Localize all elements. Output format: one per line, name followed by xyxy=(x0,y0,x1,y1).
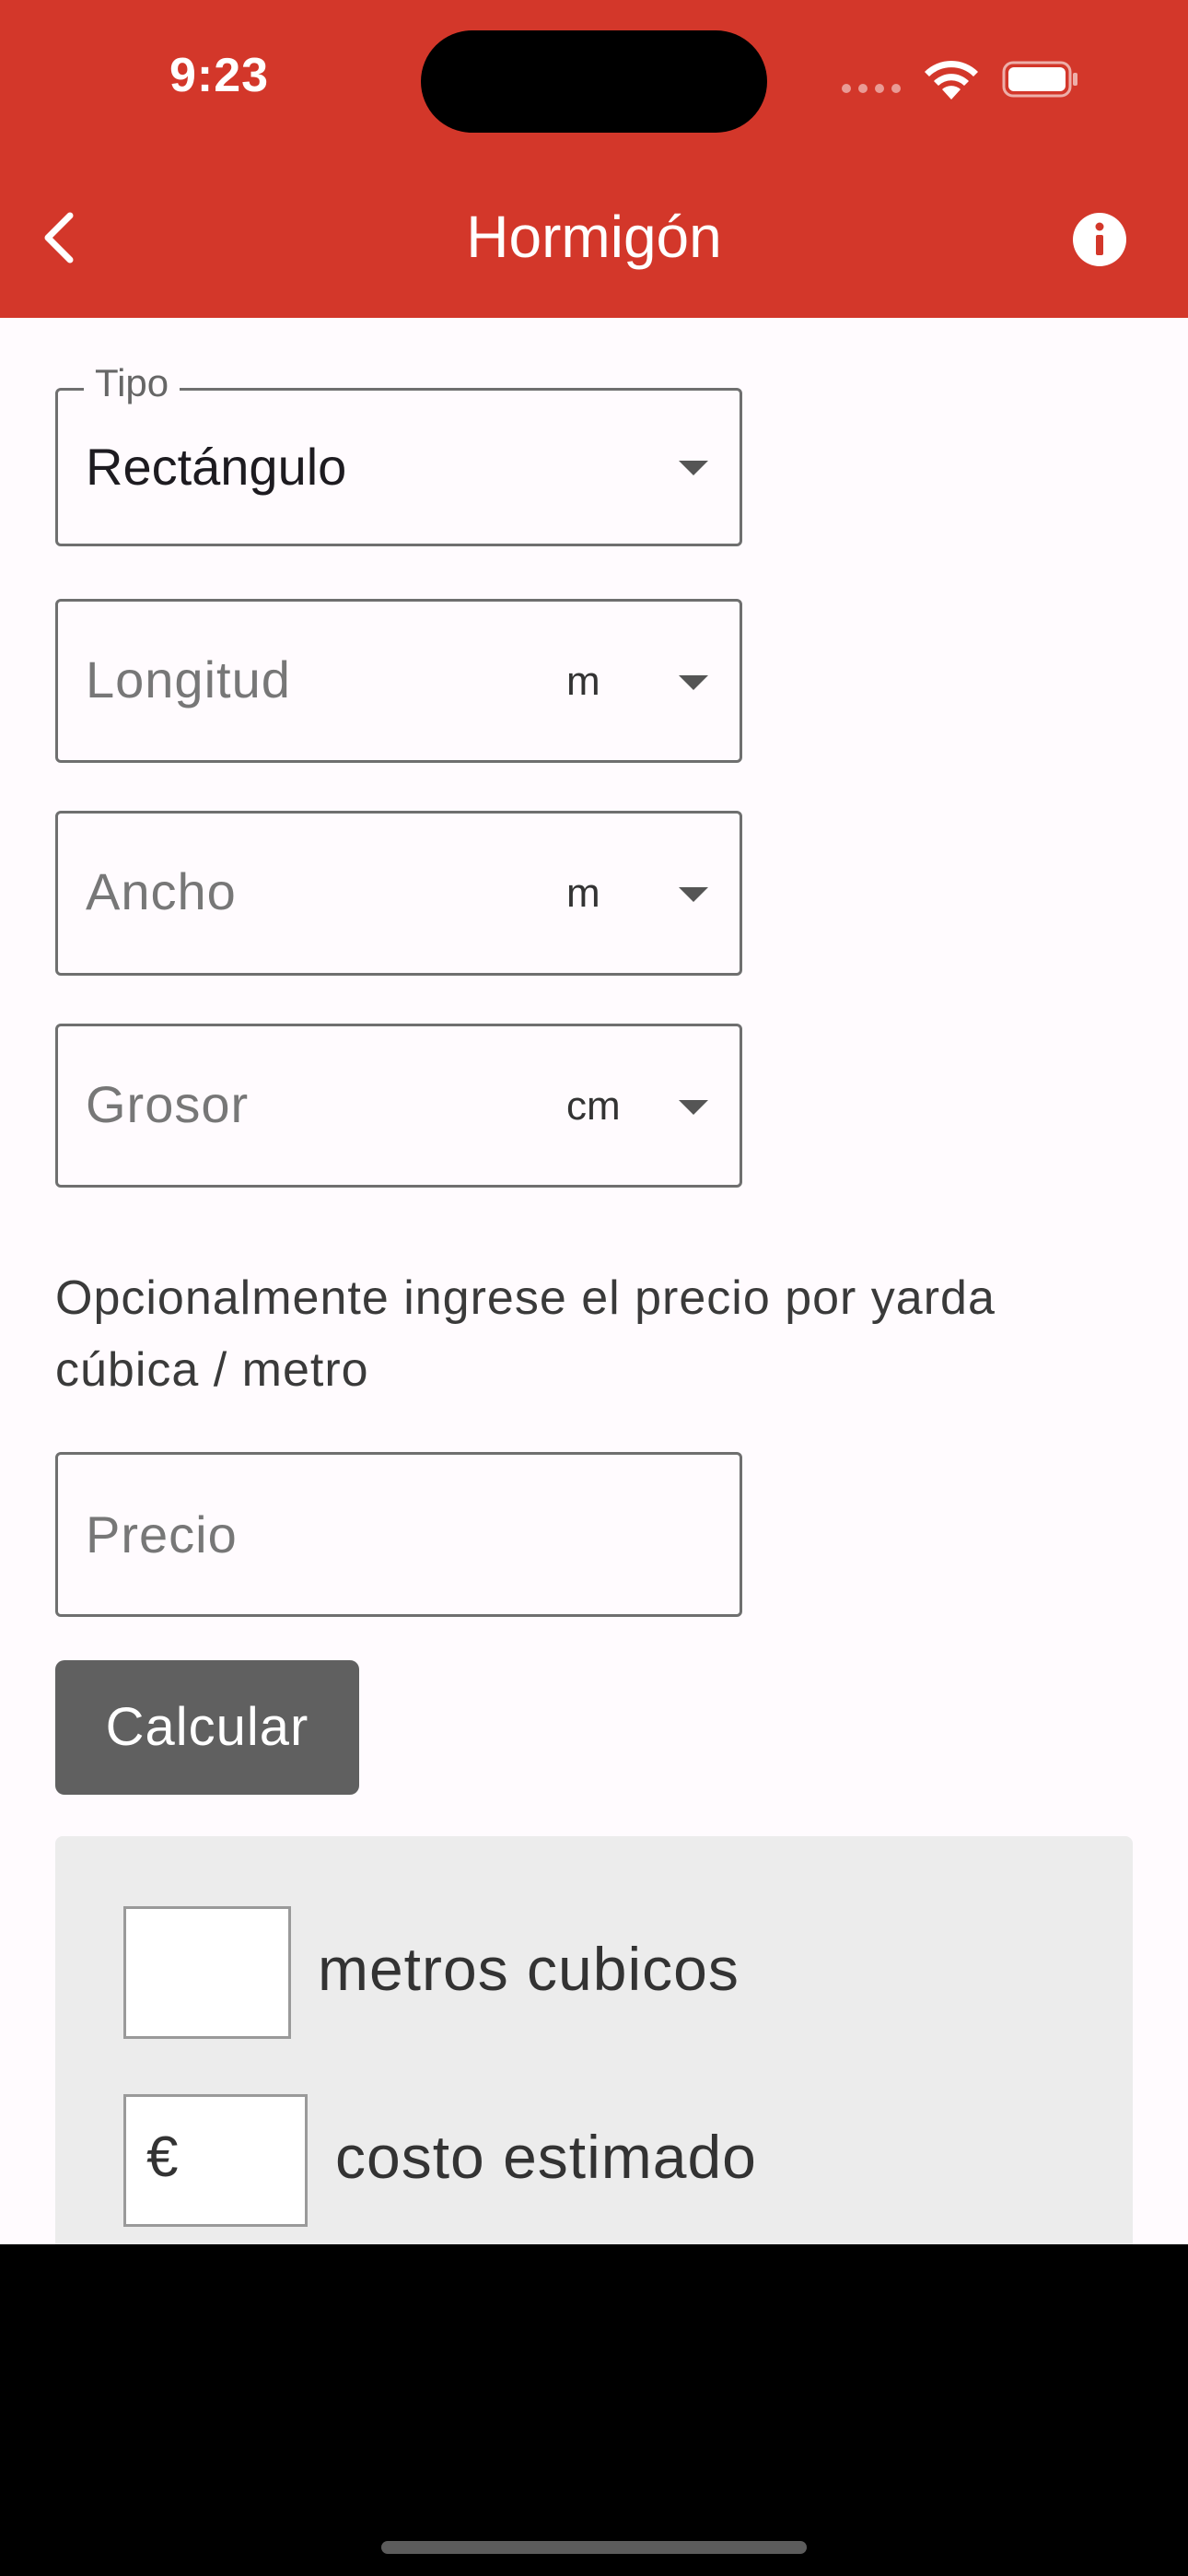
grosor-placeholder: Grosor xyxy=(86,1075,250,1133)
grosor-unit-select[interactable]: cm xyxy=(566,1083,621,1130)
precio-input[interactable]: Precio xyxy=(55,1452,742,1617)
chevron-down-icon xyxy=(679,675,708,690)
calcular-button[interactable]: Calcular xyxy=(55,1660,359,1795)
chevron-down-icon xyxy=(679,1100,708,1115)
battery-icon xyxy=(1002,61,1077,98)
chevron-down-icon xyxy=(679,461,708,475)
dynamic-island xyxy=(421,30,767,133)
wifi-icon xyxy=(925,60,978,100)
volume-output xyxy=(123,1906,291,2039)
longitud-input[interactable]: Longitud m xyxy=(55,599,742,763)
page-title: Hormigón xyxy=(466,204,722,270)
home-indicator[interactable] xyxy=(381,2541,807,2554)
cellular-signal-icon xyxy=(842,84,901,93)
tipo-dropdown[interactable]: Tipo Rectángulo xyxy=(55,361,742,546)
precio-placeholder: Precio xyxy=(86,1505,238,1563)
longitud-unit-select[interactable]: m xyxy=(566,659,600,705)
ancho-input[interactable]: Ancho m xyxy=(55,811,742,976)
price-hint-text: Opcionalmente ingrese el precio por yard… xyxy=(55,1271,996,1397)
results-panel: metros cubicos € costo estimado xyxy=(55,1836,1133,2244)
grosor-input[interactable]: Grosor cm xyxy=(55,1024,742,1188)
cost-output: € xyxy=(123,2094,308,2227)
app-screen: 9:23 Hormigón Tipo Rectángulo Longitud m… xyxy=(0,0,1188,2244)
volume-label: metros cubicos xyxy=(318,1935,740,2003)
cost-label: costo estimado xyxy=(335,2123,757,2191)
status-time: 9:23 xyxy=(169,49,270,102)
info-icon[interactable] xyxy=(1072,212,1127,267)
app-bar: 9:23 Hormigón xyxy=(0,0,1188,318)
currency-symbol: € xyxy=(146,2125,179,2189)
longitud-placeholder: Longitud xyxy=(86,650,291,708)
tipo-value: Rectángulo xyxy=(86,438,347,496)
ancho-placeholder: Ancho xyxy=(86,862,237,920)
chevron-down-icon xyxy=(679,887,708,902)
ancho-unit-select[interactable]: m xyxy=(566,871,600,917)
tipo-label: Tipo xyxy=(84,361,181,405)
